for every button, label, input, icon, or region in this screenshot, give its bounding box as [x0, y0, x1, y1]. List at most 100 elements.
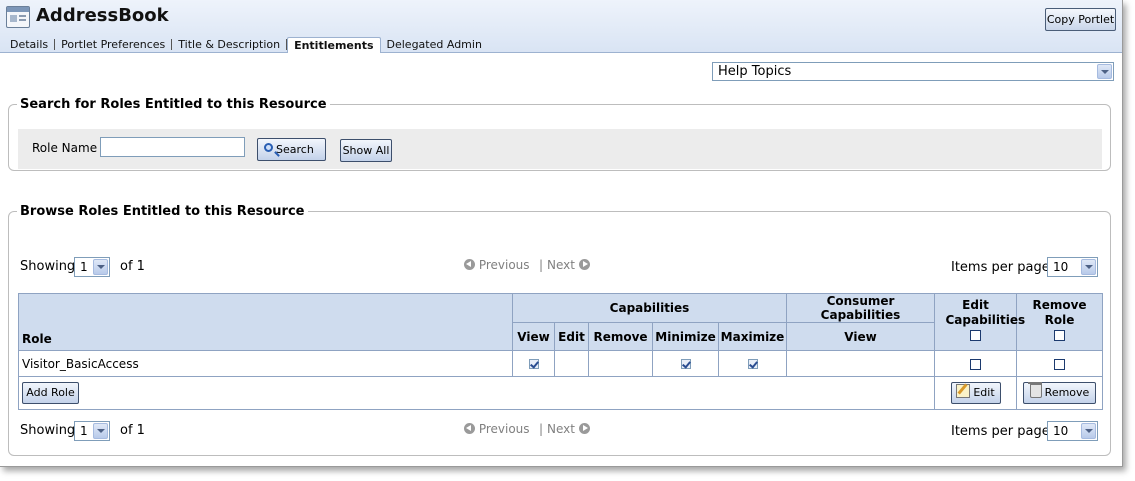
remove-button-cell: Remove	[1016, 376, 1103, 410]
help-topics-select[interactable]: Help Topics	[712, 62, 1114, 81]
previous-link[interactable]: Previous	[464, 258, 530, 272]
edit-capabilities-select-all-checkbox[interactable]	[970, 330, 981, 341]
items-per-page-select[interactable]: 10	[1047, 421, 1098, 441]
capability-minimize-checkbox[interactable]	[680, 359, 691, 369]
edit-button[interactable]: Edit	[950, 382, 1001, 404]
page-count-label: of 1	[120, 423, 145, 438]
chevron-down-icon[interactable]	[93, 259, 108, 275]
search-panel: Role Name Search Show All	[18, 129, 1102, 169]
search-icon	[264, 143, 273, 152]
capability-remove-cell	[588, 350, 653, 377]
showing-label: Showing	[20, 423, 76, 438]
tab-details[interactable]: Details	[4, 38, 54, 52]
addressbook-icon	[6, 6, 30, 28]
capabilities-header: Capabilities	[512, 293, 787, 323]
role-column-header: Role	[18, 293, 513, 351]
add-role-button[interactable]: Add Role	[22, 382, 79, 404]
capability-col-remove: Remove	[588, 322, 653, 351]
role-name-input[interactable]	[100, 137, 245, 157]
chevron-down-icon[interactable]	[1081, 259, 1096, 275]
items-per-page-value: 10	[1053, 260, 1069, 274]
capability-view-cell	[512, 350, 555, 377]
remove-button[interactable]: Remove	[1023, 382, 1096, 404]
arrow-right-icon	[578, 423, 590, 434]
remove-role-checkbox[interactable]	[1054, 358, 1065, 370]
chevron-down-icon[interactable]	[93, 423, 108, 439]
edit-capabilities-header-label: Edit Capabilities	[945, 298, 1026, 327]
capability-maximize-cell	[718, 350, 787, 377]
tab-delegated-admin[interactable]: Delegated Admin	[381, 38, 488, 52]
page-select-value: 1	[80, 424, 88, 438]
portlet-header: AddressBook Copy Portlet Details Portlet…	[0, 0, 1122, 53]
capability-col-maximize: Maximize	[718, 322, 787, 351]
trash-icon	[1027, 382, 1042, 398]
role-name-label: Role Name	[32, 141, 98, 155]
next-label: Next	[547, 422, 575, 436]
capability-col-view: View	[512, 322, 555, 351]
table-row: Visitor_BasicAccess	[18, 350, 1103, 377]
add-role-cell: Add Role	[18, 376, 935, 410]
search-button-label: Search	[276, 143, 314, 156]
previous-link[interactable]: Previous	[464, 422, 530, 436]
tab-portlet-preferences[interactable]: Portlet Preferences	[55, 38, 171, 52]
showing-label: Showing	[20, 259, 76, 274]
page-select[interactable]: 1	[74, 421, 110, 441]
search-section-legend: Search for Roles Entitled to this Resour…	[20, 97, 327, 112]
previous-label: Previous	[478, 422, 530, 436]
items-per-page-label: Items per page	[951, 424, 1050, 439]
browse-section-legend: Browse Roles Entitled to this Resource	[20, 204, 305, 219]
roles-table: Role Capabilities Consumer Capabilities …	[18, 293, 1103, 410]
chevron-down-icon[interactable]	[1081, 423, 1096, 439]
capability-col-edit: Edit	[554, 322, 589, 351]
capability-edit-cell	[554, 350, 589, 377]
tab-entitlements[interactable]: Entitlements	[287, 37, 381, 53]
pager-separator: |	[539, 258, 544, 272]
next-link[interactable]: Next	[547, 422, 590, 436]
page-select[interactable]: 1	[74, 257, 110, 277]
chevron-down-icon[interactable]	[1097, 64, 1112, 79]
edit-pencil-icon	[956, 384, 971, 398]
arrow-left-icon	[464, 259, 475, 270]
page-select-value: 1	[80, 260, 88, 274]
copy-portlet-button[interactable]: Copy Portlet	[1045, 8, 1116, 31]
table-footer-row: Add Role Edit Remove	[18, 376, 1103, 410]
tab-title-description[interactable]: Title & Description	[172, 38, 286, 52]
items-per-page-label: Items per page	[951, 260, 1050, 275]
arrow-left-icon	[464, 423, 475, 434]
tab-bar: Details Portlet Preferences Title & Desc…	[4, 36, 488, 53]
browse-roles-section: Browse Roles Entitled to this Resource S…	[8, 204, 1111, 456]
page-title: AddressBook	[36, 5, 169, 26]
pager-top: Showing 1 of 1 Previous | Next Items per…	[9, 255, 1102, 279]
items-per-page-select[interactable]: 10	[1047, 257, 1098, 277]
capability-minimize-cell	[652, 350, 719, 377]
capability-maximize-checkbox[interactable]	[747, 359, 758, 369]
edit-capabilities-checkbox[interactable]	[970, 358, 981, 370]
previous-label: Previous	[478, 258, 530, 272]
consumer-capabilities-header: Consumer Capabilities	[786, 293, 935, 323]
edit-capabilities-cell	[934, 350, 1017, 377]
consumer-view-cell	[786, 350, 935, 377]
help-topics-value: Help Topics	[718, 64, 792, 79]
remove-role-select-all-checkbox[interactable]	[1054, 330, 1065, 341]
edit-capabilities-header: Edit Capabilities	[934, 293, 1026, 351]
pager-bottom: Showing 1 of 1 Previous | Next Items per…	[9, 419, 1102, 443]
role-name-cell: Visitor_BasicAccess	[18, 350, 513, 377]
capability-col-minimize: Minimize	[652, 322, 719, 351]
edit-button-label: Edit	[973, 386, 995, 399]
remove-role-header: Remove Role	[1016, 293, 1103, 351]
edit-button-cell: Edit	[934, 376, 1017, 410]
next-link[interactable]: Next	[547, 258, 590, 272]
portlet-window: AddressBook Copy Portlet Details Portlet…	[0, 0, 1123, 467]
remove-role-header-label: Remove Role	[1032, 298, 1087, 327]
remove-button-label: Remove	[1044, 386, 1090, 399]
search-button[interactable]: Search	[257, 138, 326, 161]
arrow-right-icon	[578, 259, 590, 270]
search-roles-section: Search for Roles Entitled to this Resour…	[8, 97, 1111, 171]
pager-separator: |	[539, 422, 544, 436]
capability-view-checkbox[interactable]	[528, 359, 539, 369]
consumer-col-view: View	[786, 322, 935, 351]
show-all-button[interactable]: Show All	[340, 139, 392, 162]
next-label: Next	[547, 258, 575, 272]
page-count-label: of 1	[120, 259, 145, 274]
items-per-page-value: 10	[1053, 424, 1069, 438]
